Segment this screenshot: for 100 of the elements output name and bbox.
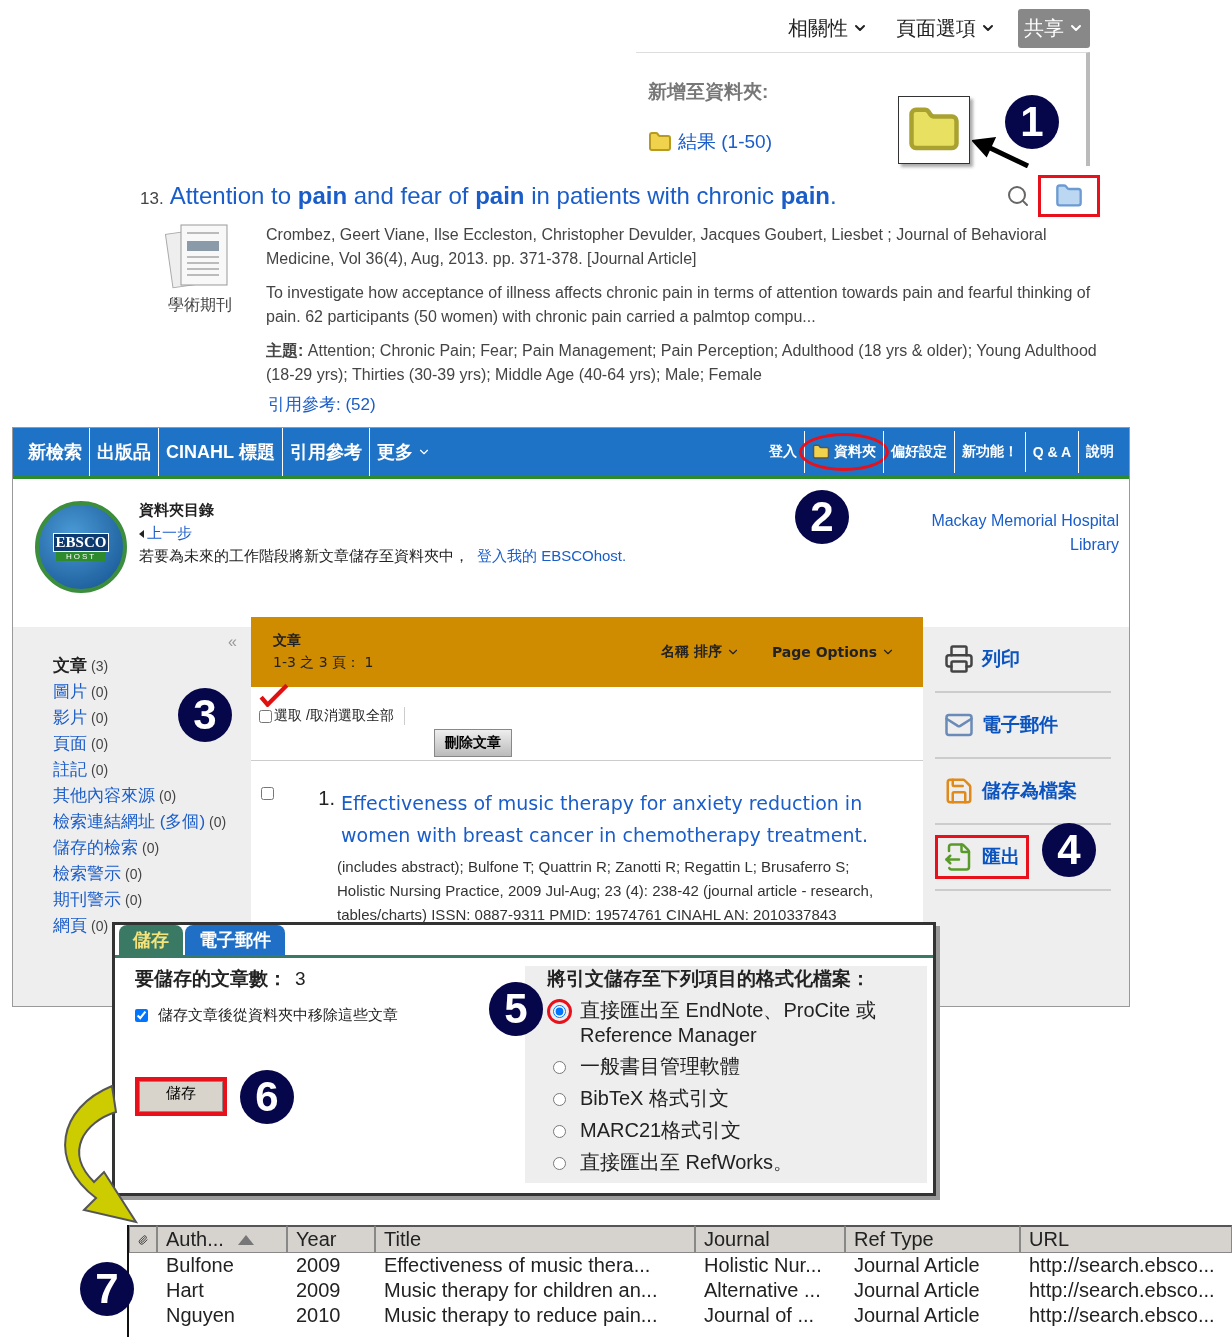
column-header[interactable]: Auth... — [157, 1225, 287, 1253]
note-text: 若要為未來的工作階段將新文章儲存至資料夾中， — [139, 547, 469, 566]
option-label: MARC21格式引文 — [580, 1118, 742, 1143]
login-link[interactable]: 登入我的 EBSCOhost. — [477, 547, 627, 566]
checkbox[interactable] — [135, 1009, 148, 1022]
folder-icon — [898, 96, 970, 164]
options-menu[interactable]: 名稱 排序 — [655, 642, 746, 662]
citation-text: Crombez, Geert Viane, Ilse Eccleston, Christopher Devulder, Jacques Goubert, Liesbet ; Journal of Behavioral Medicine, Vol 36(4), Aug, 2013. pp. 371-378. [Journal Article] — [266, 225, 1048, 269]
publication-type: 學術期刊 — [168, 295, 232, 315]
checkbox-label: 儲存文章後從資料夾中移除這些文章 — [158, 1006, 398, 1025]
article-count: 要儲存的文章數： 3 — [135, 967, 307, 991]
column-header[interactable]: Ref Type — [845, 1225, 1020, 1253]
nav-link[interactable]: 新檢索 — [21, 428, 89, 476]
action-link[interactable]: 匯出 — [935, 835, 1029, 879]
radio-button[interactable] — [553, 1005, 566, 1018]
option-label: 直接匯出至 RefWorks。 — [580, 1150, 793, 1175]
sidebar-item[interactable]: 影片 (0) — [53, 706, 109, 729]
back-link[interactable]: 上一步 — [147, 524, 192, 543]
table-cell-text: Nguyen — [165, 1303, 236, 1328]
table-cell-text: Journal Article — [853, 1278, 981, 1303]
action-link[interactable]: 列印 — [935, 637, 1029, 681]
paperclip-icon — [138, 1232, 148, 1247]
sidebar-item[interactable]: 圖片 (0) — [53, 680, 109, 703]
nav-link[interactable]: 登入 — [761, 431, 804, 473]
table-cell-text: Journal of ... — [703, 1303, 816, 1328]
library-name: Mackay Memorial Hospital Library — [930, 511, 1119, 555]
tab[interactable]: 電子郵件 — [185, 925, 285, 955]
menu-heading: 新增至資料夾: — [648, 80, 770, 104]
nav-link[interactable]: Q & A — [1024, 432, 1078, 472]
result-title[interactable]: 13. Attention to pain and fear of pain in patients with chronic pain. — [140, 182, 837, 210]
panel-title: 文章 — [273, 632, 302, 650]
table-cell-text: 2010 — [295, 1303, 342, 1328]
check-mark — [259, 683, 289, 707]
table-cell-text: http://search.ebsco... — [1028, 1278, 1216, 1303]
table-cell-text: http://search.ebsco... — [1028, 1253, 1216, 1278]
column-header[interactable]: Journal — [695, 1225, 845, 1253]
pointer-arrow — [972, 136, 1030, 168]
sidebar-item[interactable]: 頁面 (0) — [53, 732, 109, 755]
table-cell-text: Alternative ... — [703, 1278, 822, 1303]
radio-button[interactable] — [553, 1093, 566, 1106]
nav-link[interactable]: 出版品 — [89, 428, 158, 476]
radio-button[interactable] — [553, 1061, 566, 1074]
tab[interactable]: 儲存 — [119, 925, 183, 955]
checkbox[interactable] — [259, 709, 272, 723]
step-number: 7 — [80, 1262, 134, 1316]
step-number: 1 — [1005, 95, 1059, 149]
checkbox-label: 選取 /取消選取全部 — [274, 707, 394, 725]
folder-icon — [811, 443, 830, 461]
sidebar-item[interactable]: 檢索連結網址 (多個) (0) — [53, 810, 227, 833]
toolbar-menu[interactable]: 共享 — [1018, 8, 1090, 48]
article-checkbox[interactable] — [261, 787, 274, 800]
action-link[interactable]: 電子郵件 — [935, 703, 1067, 747]
sidebar-item[interactable]: 註記 (0) — [53, 758, 109, 781]
delete-button[interactable]: 刪除文章 — [434, 729, 512, 757]
column-header[interactable]: Title — [375, 1225, 695, 1253]
add-folder-icon[interactable] — [1055, 182, 1083, 210]
nav-link[interactable]: 新功能！ — [953, 431, 1025, 473]
sidebar-item[interactable]: 網頁 (0) — [53, 914, 109, 937]
attachment-column[interactable] — [129, 1225, 157, 1253]
options-menu[interactable]: Page Options — [765, 642, 901, 662]
sidebar-item[interactable]: 儲存的檢索 (0) — [53, 836, 160, 859]
option-label: BibTeX 格式引文 — [580, 1086, 729, 1111]
table-cell-text: http://search.ebsco... — [1028, 1303, 1216, 1328]
nav-link[interactable]: CINAHL 標題 — [158, 428, 282, 476]
table-cell-text: 2009 — [295, 1278, 342, 1303]
nav-link[interactable]: 偏好設定 — [882, 431, 954, 473]
radio-button[interactable] — [553, 1125, 566, 1138]
nav-link[interactable]: 說明 — [1078, 431, 1121, 473]
save-button[interactable]: 儲存 — [139, 1081, 223, 1112]
back-arrow-icon — [139, 529, 144, 538]
sidebar-item[interactable]: 期刊警示 (0) — [53, 888, 143, 911]
article-title[interactable]: Effectiveness of music therapy for anxiety reduction in women with breast cancer in chemotherapy treatment. — [341, 787, 901, 851]
table-cell-text: Bulfone — [165, 1253, 235, 1278]
nav-link[interactable]: 資料夾 — [803, 431, 883, 473]
subjects-text: 主題: Attention; Chronic Pain; Fear; Pain Management; Pain Perception; Adulthood (18 yrs & older); Young Adulthood (18-29 yrs); Thirties (30-39 yrs); Middle Age (40-64 yrs); Male; Female — [266, 341, 1098, 385]
table-cell-text: Holistic Nur... — [703, 1253, 823, 1278]
article-details: (includes abstract); Bulfone T; Quattrin R; Zanotti R; Regattin L; Brusaferro S; Holistic Nursing Practice, 2009 Jul-Aug; 23 (4): 238-42 (journal article - research, tables/charts) ISSN: 0887-9311 PMID: 19574761 CINAHL AN: 2010337843 — [337, 857, 875, 925]
table-cell-text: Journal Article — [853, 1303, 981, 1328]
action-link[interactable]: 儲存為檔案 — [935, 769, 1086, 813]
sidebar-item[interactable]: 其他內容來源 (0) — [53, 784, 177, 807]
cited-references-link[interactable]: 引用參考: (52) — [268, 393, 1100, 416]
column-header[interactable]: URL — [1020, 1225, 1232, 1253]
table-cell-text: 2009 — [295, 1253, 342, 1278]
nav-link[interactable]: 引用參考 — [281, 428, 369, 476]
page-count: 1-3 之 3 頁： 1 — [273, 654, 374, 672]
radio-button[interactable] — [553, 1157, 566, 1170]
toolbar-menu[interactable]: 相關性 — [782, 8, 874, 48]
printer-icon — [944, 644, 974, 674]
option-label: 直接匯出至 EndNote、ProCite 或 Reference Manager — [580, 998, 877, 1048]
abstract-text: To investigate how acceptance of illness affects chronic pain in terms of attention towards pain and fearful thinking of pain. 62 participants (50 women) with chronic pain carried a palmtop compu... — [266, 283, 1092, 327]
sidebar-item[interactable]: 文章 (3) — [53, 654, 109, 677]
column-header[interactable]: Year — [287, 1225, 375, 1253]
toolbar-menu[interactable]: 頁面選項 — [890, 8, 1002, 48]
page-title: 資料夾目錄 — [139, 501, 214, 520]
table-cell-text: Journal Article — [853, 1253, 981, 1278]
sidebar-item[interactable]: 檢索警示 (0) — [53, 862, 143, 885]
format-heading: 將引文儲存至下列項目的格式化檔案： — [547, 967, 871, 991]
nav-link[interactable]: 更多 — [368, 428, 438, 476]
search-icon[interactable] — [1006, 184, 1030, 208]
logo: EBSCO HOST — [35, 501, 127, 593]
